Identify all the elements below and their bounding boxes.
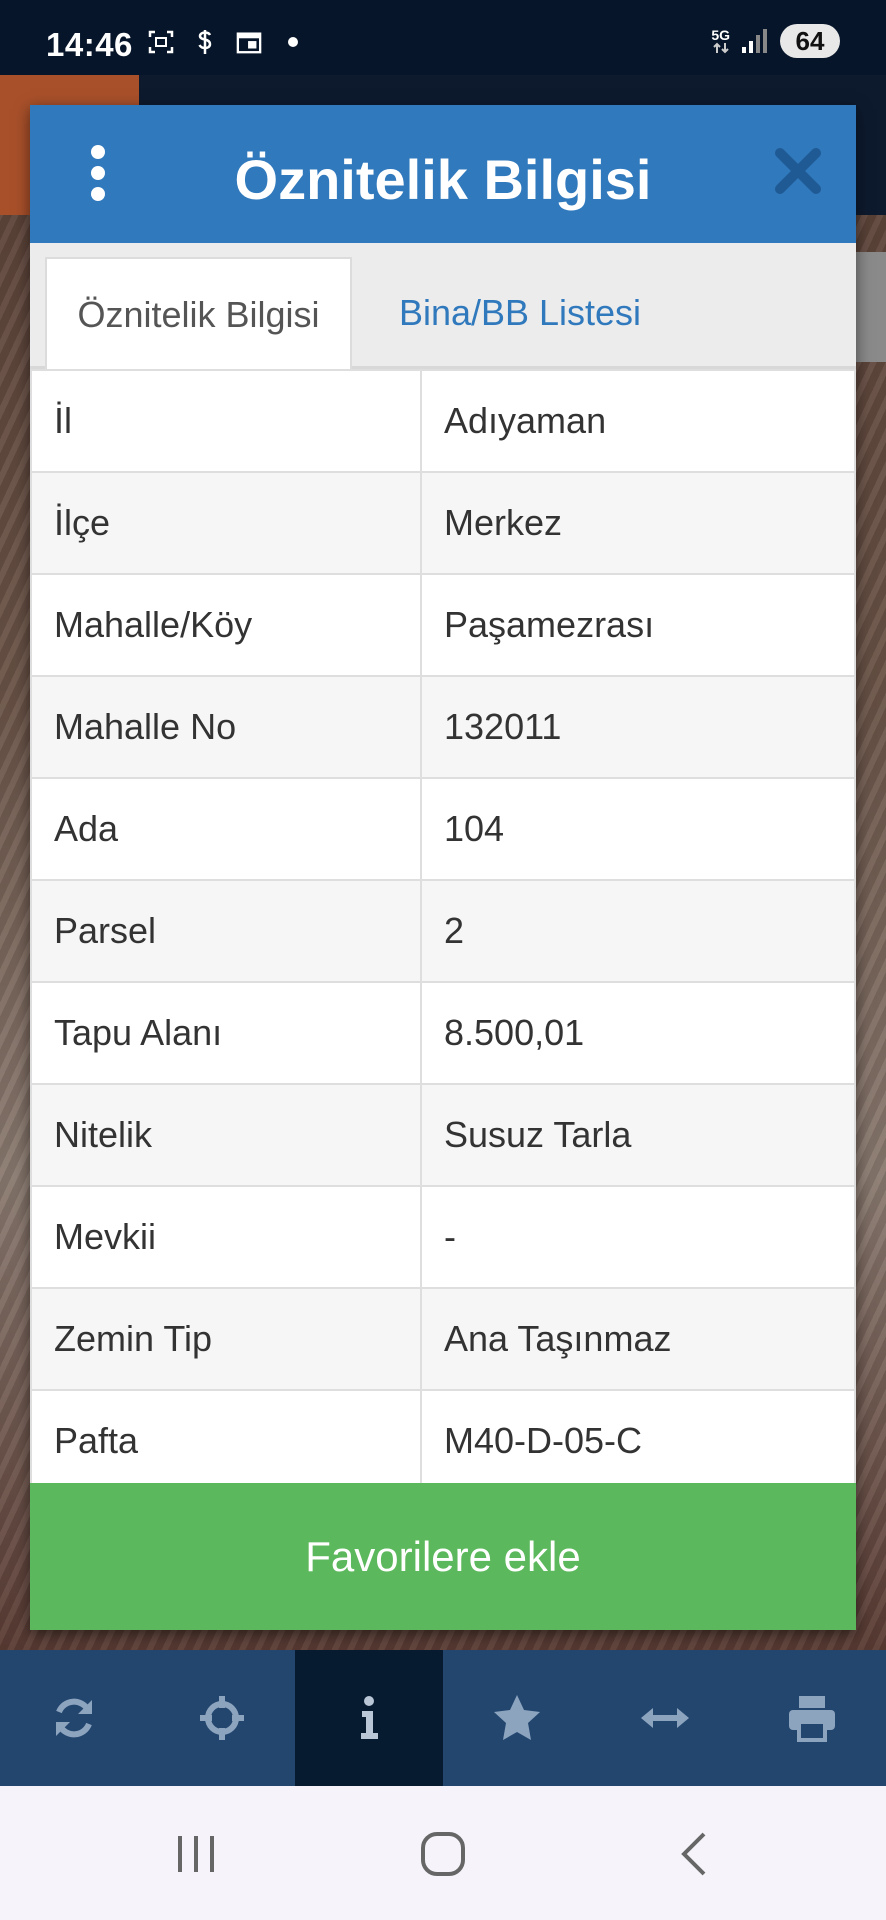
- measure-button[interactable]: [591, 1650, 739, 1786]
- back-icon: [681, 1832, 706, 1876]
- row-value: 104: [420, 777, 856, 881]
- dialog-title: Öznitelik Bilgisi: [234, 148, 652, 211]
- row-key: Mevkii: [30, 1185, 422, 1289]
- row-value: Ana Taşınmaz: [420, 1287, 856, 1391]
- row-value: 132011: [420, 675, 856, 779]
- screenshot-icon: [148, 29, 174, 55]
- attribute-table: İl Adıyaman İlçe Merkez Mahalle/Köy Paşamez…: [30, 369, 856, 1493]
- table-row: İlçe Merkez: [30, 471, 856, 575]
- row-key: Mahalle No: [30, 675, 422, 779]
- add-to-favorites-button[interactable]: Favorilere ekle: [30, 1483, 856, 1630]
- row-value: Susuz Tarla: [420, 1083, 856, 1187]
- print-icon: [789, 1696, 836, 1742]
- recent-apps-icon: [178, 1836, 214, 1872]
- table-row: Nitelik Susuz Tarla: [30, 1083, 856, 1187]
- table-row: Parsel 2: [30, 879, 856, 983]
- network-indicator: 5G: [711, 28, 730, 54]
- table-row: Pafta M40-D-05-C: [30, 1389, 856, 1493]
- dialog-header: Öznitelik Bilgisi: [30, 105, 856, 243]
- battery-indicator: 64: [780, 24, 840, 58]
- row-key: Pafta: [30, 1389, 422, 1493]
- row-value: Adıyaman: [420, 369, 856, 473]
- data-arrows-icon: [712, 42, 729, 54]
- row-key: İlçe: [30, 471, 422, 575]
- locate-icon: [199, 1696, 244, 1740]
- info-icon: [361, 1696, 379, 1739]
- row-key: Ada: [30, 777, 422, 881]
- row-key: Parsel: [30, 879, 422, 983]
- table-row: Ada 104: [30, 777, 856, 881]
- map-side-handle: [854, 252, 886, 362]
- refresh-icon: [55, 1698, 92, 1738]
- table-row: İl Adıyaman: [30, 369, 856, 473]
- status-bar: 14:46 5G 64: [0, 0, 886, 75]
- locate-button[interactable]: [148, 1650, 296, 1786]
- row-value: 8.500,01: [420, 981, 856, 1085]
- tab-attribute-info[interactable]: Öznitelik Bilgisi: [45, 257, 352, 371]
- row-key: Nitelik: [30, 1083, 422, 1187]
- print-button[interactable]: [738, 1650, 886, 1786]
- info-button[interactable]: [295, 1650, 444, 1786]
- star-icon: [493, 1695, 540, 1740]
- status-icons: [148, 29, 306, 55]
- bottom-toolbar: [0, 1650, 886, 1786]
- table-row: Mahalle/Köy Paşamezrası: [30, 573, 856, 677]
- row-value: 2: [420, 879, 856, 983]
- row-value: M40-D-05-C: [420, 1389, 856, 1493]
- table-row: Mevkii -: [30, 1185, 856, 1289]
- recent-apps-button[interactable]: [166, 1824, 226, 1884]
- dollar-icon: [192, 29, 218, 55]
- calendar-icon: [236, 29, 262, 55]
- refresh-button[interactable]: [0, 1650, 148, 1786]
- tab-building-list[interactable]: Bina/BB Listesi: [370, 257, 670, 369]
- table-row: Tapu Alanı 8.500,01: [30, 981, 856, 1085]
- status-right: 5G 64: [711, 24, 840, 58]
- system-nav-bar: [0, 1786, 886, 1920]
- row-value: -: [420, 1185, 856, 1289]
- row-value: Merkez: [420, 471, 856, 575]
- home-button[interactable]: [413, 1824, 473, 1884]
- row-key: İl: [30, 369, 422, 473]
- status-time: 14:46: [46, 26, 133, 63]
- favorites-button[interactable]: [443, 1650, 591, 1786]
- table-row: Mahalle No 132011: [30, 675, 856, 779]
- close-icon[interactable]: [770, 143, 826, 199]
- row-key: Tapu Alanı: [30, 981, 422, 1085]
- tab-bar: Öznitelik Bilgisi Bina/BB Listesi: [30, 243, 856, 371]
- attribute-dialog: Öznitelik Bilgisi Öznitelik Bilgisi Bina…: [30, 105, 856, 1630]
- network-label: 5G: [711, 27, 730, 43]
- home-icon: [421, 1832, 465, 1876]
- table-row: Zemin Tip Ana Taşınmaz: [30, 1287, 856, 1391]
- back-button[interactable]: [664, 1824, 724, 1884]
- row-value: Paşamezrası: [420, 573, 856, 677]
- measure-icon: [640, 1708, 689, 1728]
- notification-dot-icon: [280, 29, 306, 55]
- row-key: Mahalle/Köy: [30, 573, 422, 677]
- signal-icon: [742, 29, 767, 53]
- row-key: Zemin Tip: [30, 1287, 422, 1391]
